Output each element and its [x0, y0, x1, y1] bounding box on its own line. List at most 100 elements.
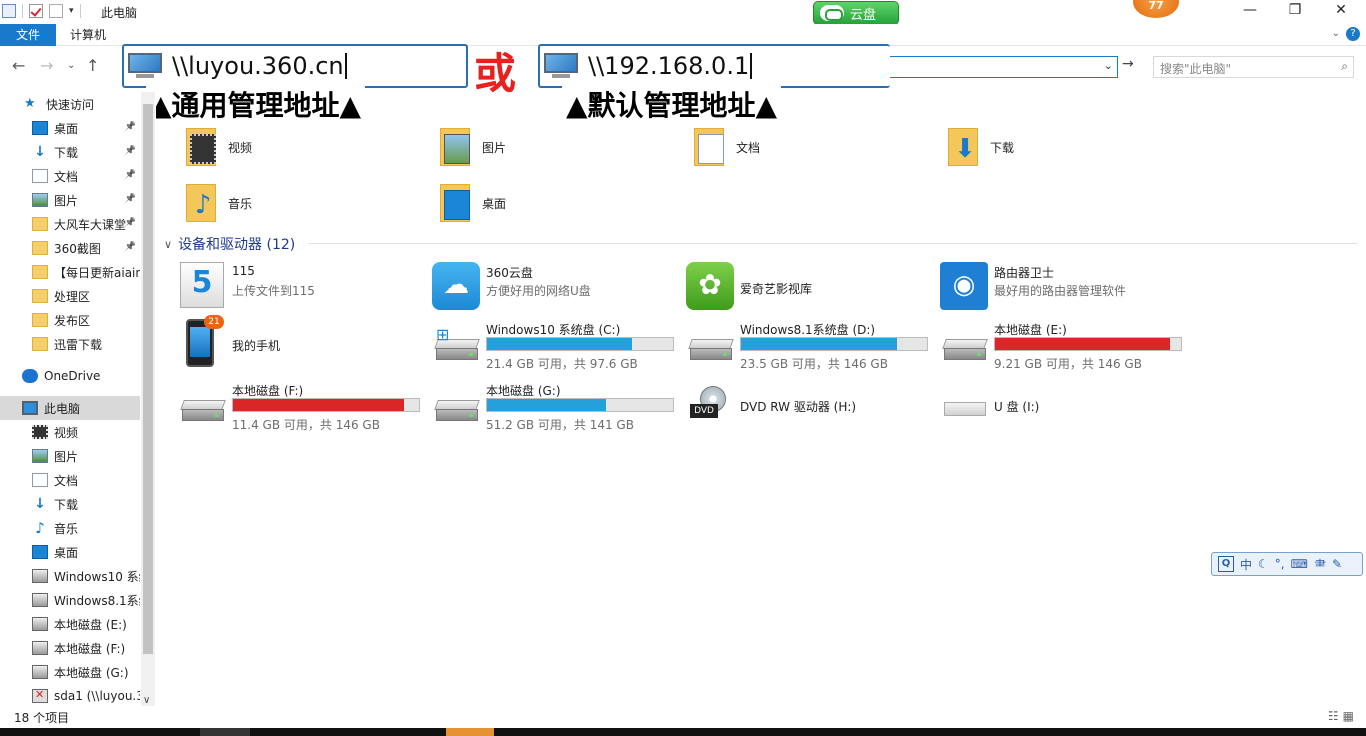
chevron-down-icon[interactable]: ⌄ — [1332, 28, 1340, 39]
sidebar-item-label: 本地磁盘 (G:) — [54, 665, 129, 680]
sidebar-item[interactable]: Windows8.1系统 — [0, 588, 140, 612]
sidebar-item[interactable]: 此电脑 — [0, 396, 140, 420]
device-tile[interactable]: 5 115 上传文件到115 — [178, 260, 428, 316]
chevron-down-icon[interactable]: ⌄ — [1104, 59, 1113, 72]
tab-computer[interactable]: 计算机 — [70, 24, 106, 46]
sidebar-item[interactable]: OneDrive — [0, 364, 140, 388]
windows-drive-icon: ⊞ — [432, 319, 480, 367]
folder-tile[interactable]: ⬇ 下载 — [946, 122, 1196, 172]
sidebar-item[interactable]: 本地磁盘 (F:) — [0, 636, 140, 660]
download-icon: ↓ — [34, 144, 46, 160]
sidebar-item[interactable]: 图片 — [0, 444, 140, 468]
free-space-text: 9.21 GB 可用，共 146 GB — [994, 357, 1142, 371]
sidebar-item[interactable]: 大风车大课堂 📌 — [0, 212, 140, 236]
sidebar-item[interactable]: 文档 📌 — [0, 164, 140, 188]
capacity-bar — [486, 337, 674, 351]
sidebar-item[interactable]: 本地磁盘 (G:) — [0, 660, 140, 684]
keyboard-icon[interactable]: ⌨ — [1291, 557, 1308, 571]
sidebar-item[interactable]: 360截图 📌 — [0, 236, 140, 260]
minimize-icon[interactable]: — — [1240, 2, 1260, 20]
pin-icon[interactable]: 📌 — [125, 194, 136, 204]
folder-label: 桌面 — [482, 196, 507, 211]
sidebar-item[interactable]: Windows10 系统 — [0, 564, 140, 588]
folder-tile[interactable]: 图片 — [438, 122, 688, 172]
iqiyi-icon: ✿ — [686, 262, 734, 310]
device-tile[interactable]: U 盘 (I:) — [940, 378, 1190, 434]
view-toggle-icons[interactable]: ☷▦ — [1328, 709, 1358, 723]
cloud-drive-button[interactable]: 云盘 — [813, 1, 899, 25]
sidebar-item[interactable]: ↓ 下载 — [0, 492, 140, 516]
maximize-icon[interactable]: ❐ — [1285, 2, 1305, 20]
close-icon[interactable]: ✕ — [1331, 2, 1351, 20]
device-tile[interactable]: 本地磁盘 (E:) 9.21 GB 可用，共 146 GB — [940, 317, 1190, 373]
window-icon[interactable] — [2, 4, 16, 18]
pin-icon[interactable]: 📌 — [125, 146, 136, 156]
punctuation-icon[interactable]: °, — [1275, 557, 1285, 571]
ime-mode[interactable]: 中 — [1240, 556, 1252, 573]
hard-drive-icon — [178, 380, 226, 428]
sidebar-item-label: OneDrive — [44, 369, 101, 383]
help-icon[interactable]: ? — [1346, 27, 1360, 41]
device-tile[interactable]: ◉ 路由器卫士 最好用的路由器管理软件 — [940, 260, 1190, 316]
up-arrow-icon[interactable]: ↑ — [86, 56, 99, 75]
folder-tile[interactable]: 文档 — [692, 122, 942, 172]
sidebar-item-label: Windows10 系统 — [54, 569, 140, 584]
sidebar-item[interactable]: 发布区 — [0, 308, 140, 332]
sidebar-item[interactable]: ♪ 音乐 — [0, 516, 140, 540]
recent-locations-chevron-icon[interactable]: ⌄ — [67, 60, 75, 71]
pin-icon[interactable]: 📌 — [125, 170, 136, 180]
sidebar-item[interactable]: 本地磁盘 (E:) — [0, 612, 140, 636]
sidebar-item[interactable]: 桌面 📌 — [0, 116, 140, 140]
sidebar-scrollbar[interactable]: ∨ — [141, 92, 155, 706]
go-arrow-icon[interactable]: → — [1122, 56, 1134, 72]
properties-icon[interactable] — [29, 4, 43, 18]
back-arrow-icon[interactable]: ← — [12, 56, 25, 75]
device-name: 路由器卫士 — [994, 266, 1055, 280]
sidebar-item[interactable]: 处理区 — [0, 284, 140, 308]
download-folder-icon: ⬇ — [946, 126, 982, 168]
device-tile[interactable]: Windows8.1系统盘 (D:) 23.5 GB 可用，共 146 GB — [686, 317, 936, 373]
folder-tile[interactable]: 视频 — [184, 122, 434, 172]
simplified-icon[interactable]: ⺻ — [1314, 556, 1326, 573]
capacity-bar — [232, 398, 420, 412]
notification-badge[interactable]: 77 — [1133, 0, 1179, 18]
device-tile[interactable]: DVD DVD RW 驱动器 (H:) — [686, 378, 936, 434]
pin-icon[interactable]: 📌 — [125, 242, 136, 252]
device-tile[interactable]: ⊞ Windows10 系统盘 (C:) 21.4 GB 可用，共 97.6 GB — [432, 317, 682, 373]
ime-toolbar[interactable]: Q 中 ☾ °, ⌨ ⺻ ✎ — [1211, 552, 1363, 576]
sidebar-item[interactable]: 迅雷下载 — [0, 332, 140, 356]
tab-file[interactable]: 文件 — [0, 24, 56, 46]
sidebar-item[interactable]: 视频 — [0, 420, 140, 444]
address-bar[interactable]: ⌄ — [888, 56, 1118, 78]
document-folder-icon — [692, 126, 728, 168]
device-tile[interactable]: 本地磁盘 (G:) 51.2 GB 可用，共 141 GB — [432, 378, 682, 434]
chevron-down-icon[interactable]: ∨ — [164, 238, 172, 251]
wrench-icon[interactable]: ✎ — [1332, 557, 1342, 571]
device-tile[interactable]: ✿ 爱奇艺影视库 — [686, 260, 936, 316]
picture-icon — [32, 193, 48, 207]
sidebar-item[interactable]: 图片 📌 — [0, 188, 140, 212]
pin-icon[interactable]: 📌 — [125, 122, 136, 132]
sidebar-item-label: 文档 — [54, 169, 79, 184]
sidebar-item[interactable]: ★ 快速访问 — [0, 92, 140, 116]
forward-arrow-icon[interactable]: → — [40, 56, 53, 75]
folder-tile[interactable]: ♪ 音乐 — [184, 178, 434, 228]
search-input[interactable]: 搜索"此电脑" ⌕ — [1153, 56, 1354, 78]
sidebar-item[interactable]: 文档 — [0, 468, 140, 492]
device-tile[interactable]: 本地磁盘 (F:) 11.4 GB 可用，共 146 GB — [178, 378, 428, 434]
ime-logo-icon[interactable]: Q — [1218, 556, 1234, 572]
moon-icon[interactable]: ☾ — [1258, 557, 1269, 571]
sidebar-item[interactable]: 【每日更新aiain — [0, 260, 140, 284]
customize-toolbar-dropdown-icon[interactable]: ▾ — [69, 6, 74, 16]
sidebar-item[interactable]: 桌面 — [0, 540, 140, 564]
pin-icon[interactable]: 📌 — [125, 218, 136, 228]
new-folder-icon[interactable] — [49, 4, 63, 18]
device-tile[interactable]: 21 我的手机 — [178, 315, 428, 373]
device-tile[interactable]: ☁ 360云盘 方便好用的网络U盘 — [432, 260, 682, 316]
scroll-down-icon[interactable]: ∨ — [143, 695, 150, 706]
sidebar-item[interactable]: sda1 (\\luyou.3 — [0, 684, 140, 706]
devices-group-header[interactable]: ∨ 设备和驱动器 (12) — [164, 234, 295, 254]
folder-tile[interactable]: 桌面 — [438, 178, 688, 228]
sidebar-item[interactable]: ↓ 下载 📌 — [0, 140, 140, 164]
this-pc-icon — [128, 53, 162, 79]
